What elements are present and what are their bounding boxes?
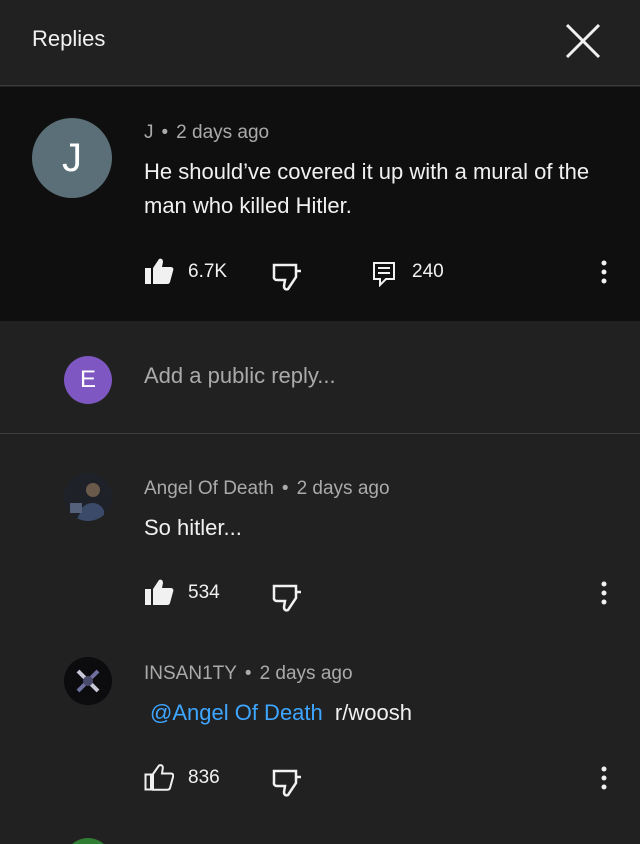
comment-time[interactable]: 2 days ago bbox=[297, 478, 390, 499]
thumbs-down-icon bbox=[272, 263, 301, 291]
more-vert-icon bbox=[601, 766, 607, 790]
more-vert-icon bbox=[601, 260, 607, 284]
replies-button[interactable] bbox=[372, 261, 396, 287]
mention-link[interactable]: @Angel Of Death bbox=[150, 700, 323, 725]
thumbs-down-icon bbox=[272, 769, 301, 797]
avatar[interactable] bbox=[64, 473, 112, 521]
meta-separator: • bbox=[161, 122, 169, 143]
comment-body: r/woosh bbox=[334, 700, 412, 725]
thumbs-up-icon bbox=[145, 579, 174, 605]
user-avatar: E bbox=[64, 356, 112, 404]
like-button[interactable] bbox=[144, 763, 174, 791]
avatar[interactable] bbox=[64, 838, 112, 844]
dislike-button[interactable] bbox=[272, 263, 302, 291]
reply-count[interactable]: 240 bbox=[412, 261, 444, 283]
avatar[interactable] bbox=[64, 657, 112, 705]
like-count: 534 bbox=[188, 582, 220, 603]
author-name[interactable]: INSAN1TY bbox=[144, 663, 237, 684]
close-button[interactable] bbox=[560, 18, 606, 64]
comment-time[interactable]: 2 days ago bbox=[176, 122, 269, 143]
meta-separator: • bbox=[281, 478, 289, 499]
dislike-button[interactable] bbox=[272, 769, 302, 797]
comment-icon bbox=[373, 262, 395, 287]
avatar-image-icon bbox=[64, 657, 112, 705]
avatar-image-icon bbox=[64, 473, 112, 521]
replies-header: Replies bbox=[0, 0, 640, 86]
comment-text: He should’ve covered it up with a mural … bbox=[144, 159, 590, 218]
avatar[interactable]: J bbox=[32, 118, 112, 198]
reply-input[interactable]: Add a public reply... bbox=[144, 363, 584, 393]
more-options-button[interactable] bbox=[594, 764, 614, 794]
like-button[interactable] bbox=[144, 257, 174, 285]
comment-meta: Angel Of Death • 2 days ago bbox=[144, 478, 390, 500]
like-count: 836 bbox=[188, 767, 220, 788]
like-button[interactable] bbox=[144, 578, 174, 606]
close-icon bbox=[565, 23, 601, 59]
thumbs-up-outline-icon bbox=[144, 764, 174, 791]
comment-meta: INSAN1TY • 2 days ago bbox=[144, 663, 353, 685]
author-name[interactable]: Angel Of Death bbox=[144, 478, 274, 499]
thumbs-up-icon bbox=[145, 258, 174, 284]
reply-box: E Add a public reply... bbox=[0, 321, 640, 434]
like-count: 6.7K bbox=[188, 261, 228, 282]
comment-meta: J • 2 days ago bbox=[144, 122, 269, 144]
comment-text: @Angel Of Death r/woosh bbox=[144, 696, 412, 730]
dislike-button[interactable] bbox=[272, 584, 302, 612]
comment-time[interactable]: 2 days ago bbox=[260, 663, 353, 684]
thumbs-down-icon bbox=[272, 584, 301, 612]
more-vert-icon bbox=[601, 581, 607, 605]
author-name[interactable]: J bbox=[144, 122, 154, 143]
comment-text: So hitler... bbox=[144, 515, 242, 540]
parent-comment: J J • 2 days ago He should’ve covered it u… bbox=[0, 87, 640, 321]
more-options-button[interactable] bbox=[594, 579, 614, 609]
more-options-button[interactable] bbox=[594, 258, 614, 288]
meta-separator: • bbox=[244, 663, 252, 684]
header-title: Replies bbox=[32, 26, 106, 51]
